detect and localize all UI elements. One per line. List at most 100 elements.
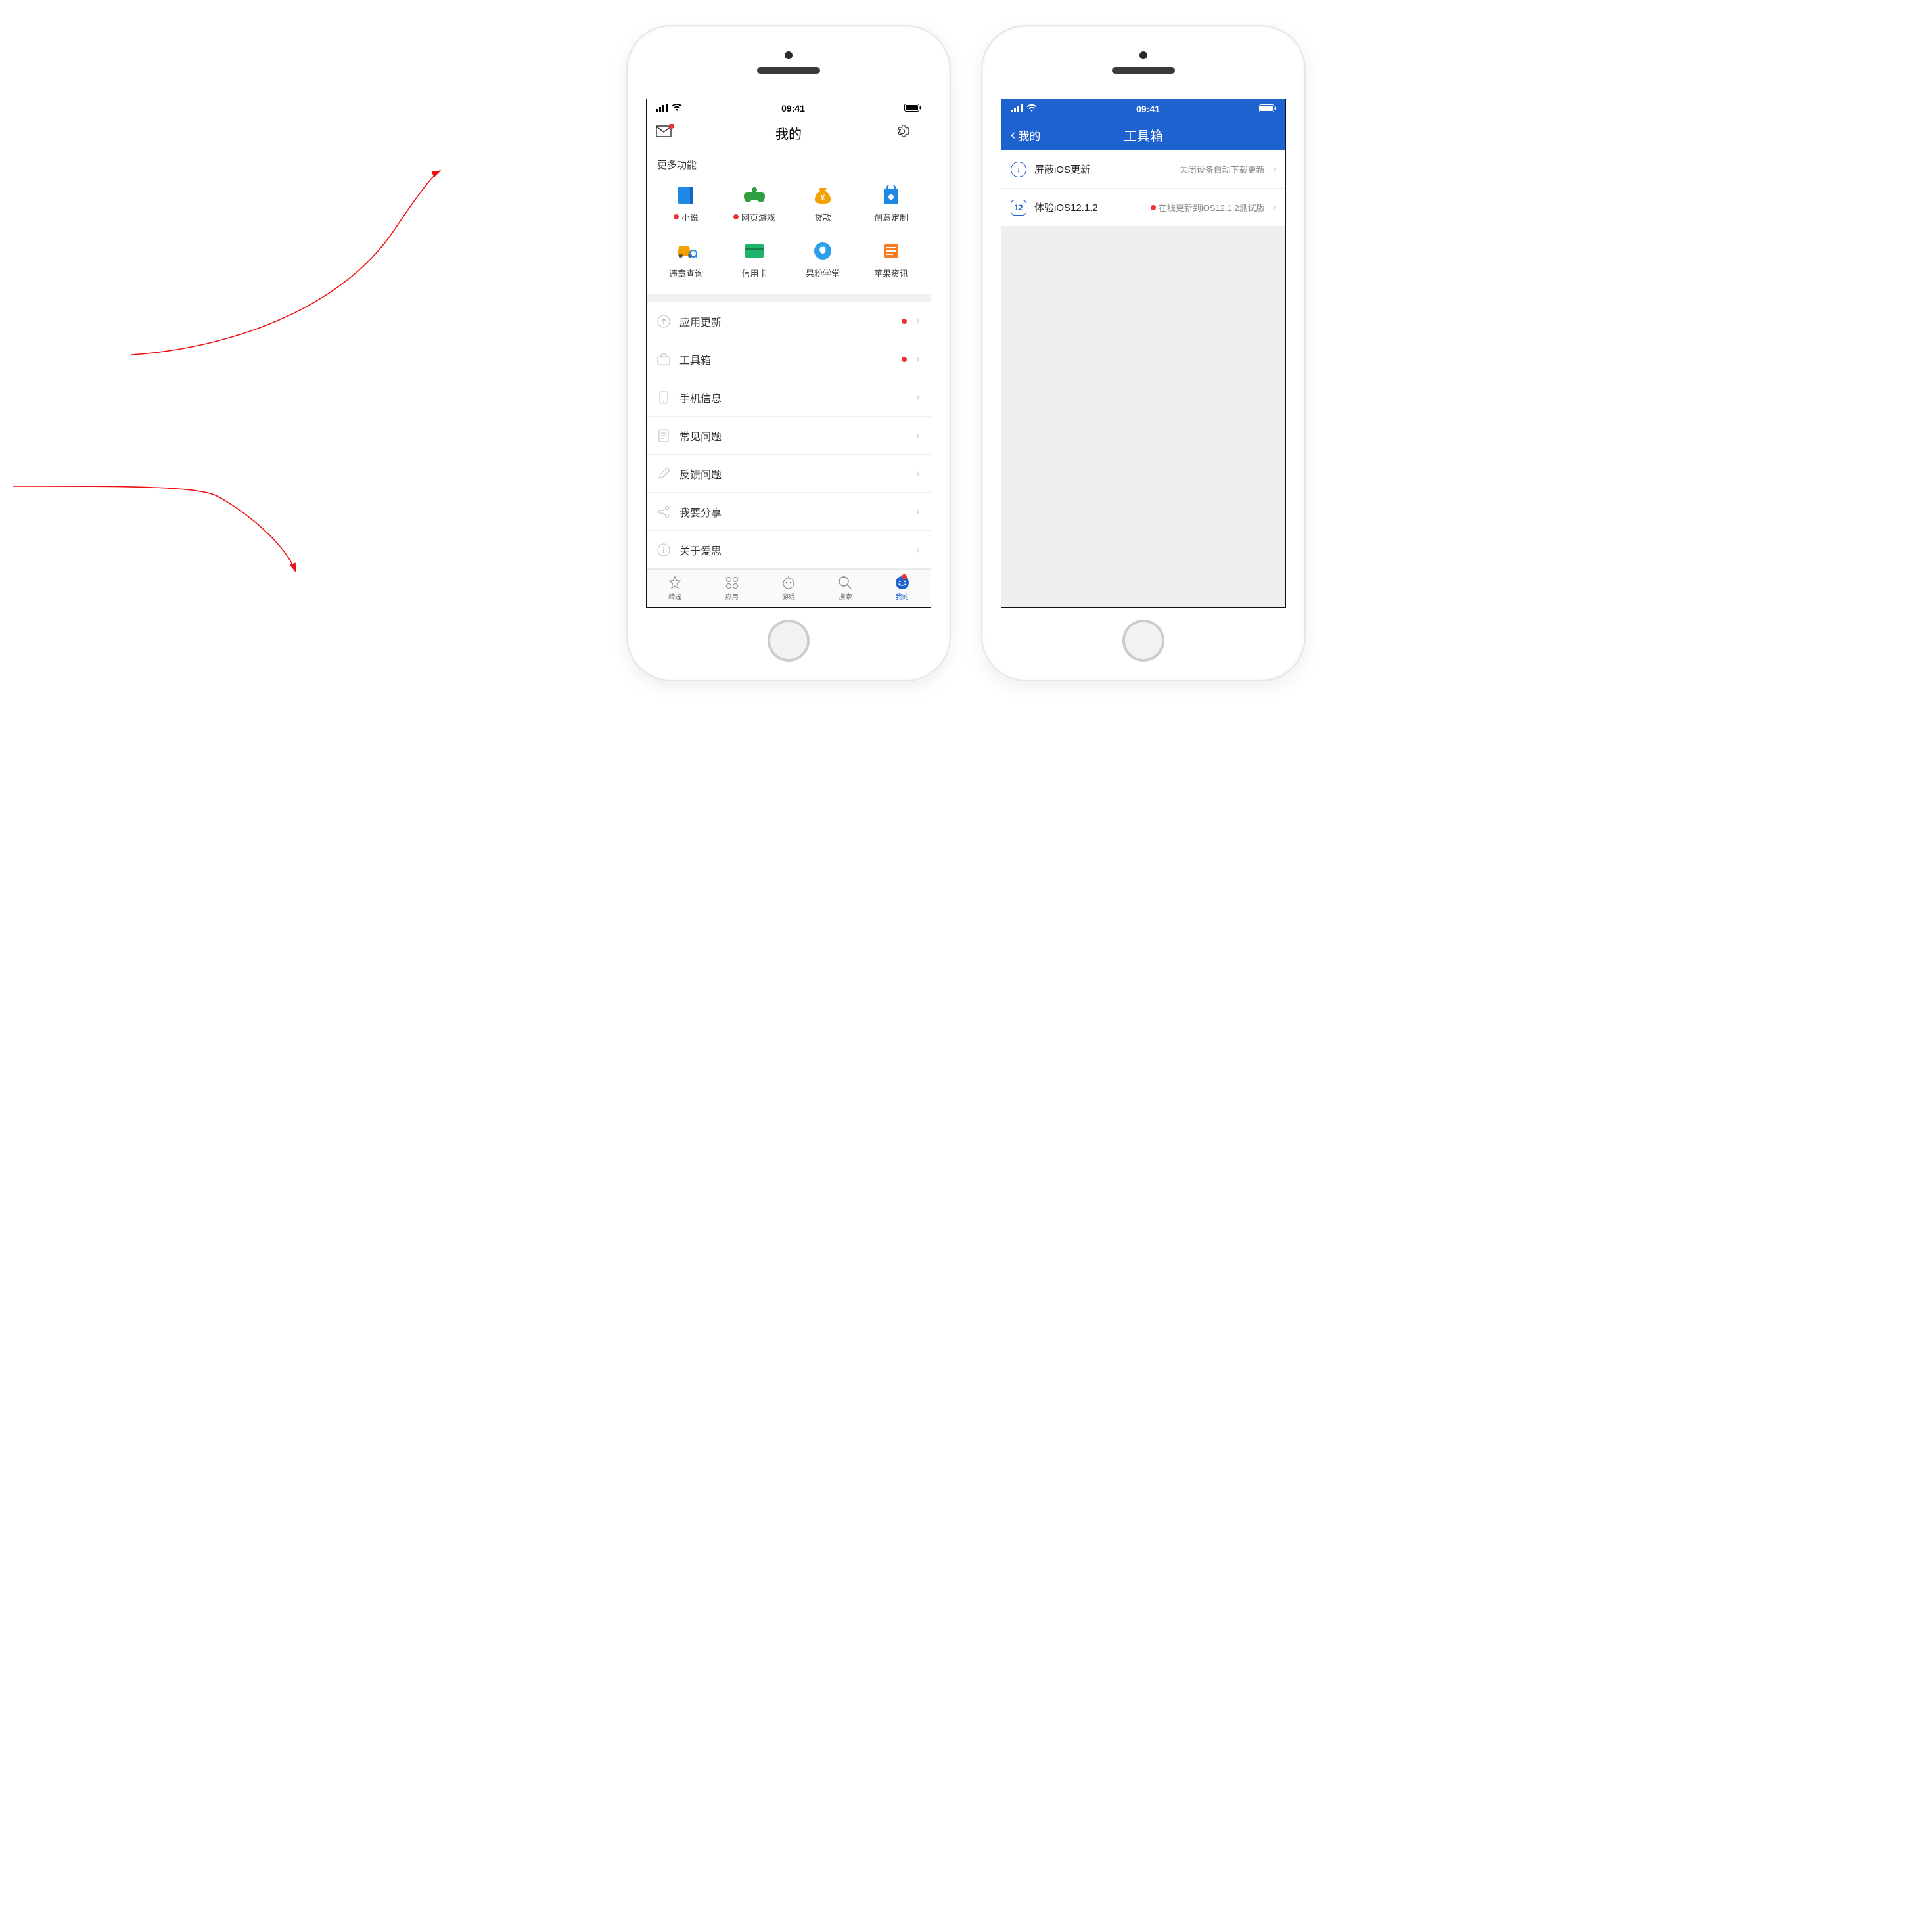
list-label: 关于爱思 [679, 542, 722, 558]
bag-icon [879, 185, 903, 206]
chevron-right-icon: › [1273, 202, 1276, 214]
grid-label: 苹果资讯 [874, 267, 908, 279]
phone-right: 09:41 ‹ 我的 工具箱 ↓ 屏蔽iOS更新 关闭设备自动下载更新 › [982, 26, 1304, 680]
wifi-icon [672, 103, 682, 114]
apple-icon [811, 240, 835, 261]
tab-bar: 精选 应用 游戏 搜索 我的 [647, 569, 931, 607]
tab-search[interactable]: 搜索 [838, 576, 852, 601]
list-label: 我要分享 [679, 504, 722, 520]
grid-label: 创意定制 [874, 211, 908, 223]
mail-badge-dot [669, 124, 674, 129]
grid-item-loan[interactable]: ¥ 贷款 [789, 185, 857, 223]
nav-bar-right: ‹ 我的 工具箱 [1001, 119, 1285, 150]
tool-desc: 关闭设备自动下载更新 [1180, 163, 1265, 175]
chevron-left-icon: ‹ [1011, 127, 1015, 142]
back-label: 我的 [1018, 127, 1040, 143]
home-button[interactable] [1122, 620, 1164, 662]
grid-label: 网页游戏 [741, 211, 775, 223]
list-item-about[interactable]: 关于爱思 › [647, 531, 931, 569]
tab-label: 精选 [668, 591, 681, 601]
settings-list: 应用更新 › 工具箱 › 手机信息 › 常见问题 › 反馈问题 › [647, 302, 931, 569]
grid-item-credit[interactable]: 信用卡 [720, 240, 789, 279]
list-item-toolbox[interactable]: 工具箱 › [647, 340, 931, 378]
grid-more-features: 小说 网页游戏 ¥ 贷款 创意定制 违章查询 信用卡 [647, 178, 931, 294]
tab-featured[interactable]: 精选 [668, 576, 682, 601]
status-bar: 09:41 [1001, 99, 1285, 119]
nav-title: 我的 [647, 124, 931, 143]
nav-title: 工具箱 [1001, 125, 1285, 145]
grid-item-school[interactable]: 果粉学堂 [789, 240, 857, 279]
star-icon [668, 576, 682, 590]
gap-strip [647, 294, 931, 302]
car-search-icon [674, 240, 698, 261]
tool-title: 屏蔽iOS更新 [1034, 162, 1090, 176]
status-time: 09:41 [1136, 104, 1160, 114]
pencil-icon [657, 467, 670, 480]
mail-icon[interactable] [656, 125, 672, 141]
tool-item-try-ios12[interactable]: 12 体验iOS12.1.2 在线更新到iOS12.1.2测试版 › [1001, 189, 1285, 227]
up-arrow-icon [657, 315, 670, 328]
screen-left: 09:41 我的 更多功能 [646, 99, 931, 608]
badge-dot [902, 357, 907, 362]
grid-label: 果粉学堂 [806, 267, 840, 279]
chevron-right-icon: › [1273, 164, 1276, 175]
list-item-phoneinfo[interactable]: 手机信息 › [647, 378, 931, 417]
phone-icon [657, 391, 670, 404]
chevron-right-icon: › [916, 466, 920, 480]
tool-title: 体验iOS12.1.2 [1034, 200, 1098, 214]
signal-icon [1011, 104, 1023, 114]
list-item-faq[interactable]: 常见问题 › [647, 417, 931, 455]
gear-icon[interactable] [895, 124, 909, 142]
badge-dot [674, 214, 679, 219]
status-bar: 09:41 [647, 99, 931, 118]
tool-list: ↓ 屏蔽iOS更新 关闭设备自动下载更新 › 12 体验iOS12.1.2 在线… [1001, 150, 1285, 227]
battery-icon [904, 103, 921, 114]
badge-dot [902, 319, 907, 324]
svg-text:¥: ¥ [821, 193, 825, 202]
list-label: 工具箱 [679, 352, 711, 367]
book-icon [674, 185, 698, 206]
grid-item-webgame[interactable]: 网页游戏 [720, 185, 789, 223]
tab-games[interactable]: 游戏 [781, 576, 796, 601]
grid-icon [725, 576, 739, 590]
share-icon [657, 505, 670, 518]
list-item-share[interactable]: 我要分享 › [647, 493, 931, 531]
phone-speaker [757, 67, 820, 74]
list-label: 反馈问题 [679, 466, 722, 482]
chevron-right-icon: › [916, 390, 920, 404]
badge-dot [1151, 205, 1156, 210]
chevron-right-icon: › [916, 428, 920, 442]
chevron-right-icon: › [916, 505, 920, 518]
gamepad-icon [743, 185, 766, 206]
list-label: 手机信息 [679, 390, 722, 405]
grid-item-novel[interactable]: 小说 [652, 185, 720, 223]
tool-item-block-update[interactable]: ↓ 屏蔽iOS更新 关闭设备自动下载更新 › [1001, 150, 1285, 189]
search-icon [838, 576, 852, 590]
grid-label: 小说 [681, 211, 699, 223]
tab-label: 游戏 [782, 591, 795, 601]
phone-left: 09:41 我的 更多功能 [628, 26, 950, 680]
list-item-feedback[interactable]: 反馈问题 › [647, 455, 931, 493]
moneybag-icon: ¥ [811, 185, 835, 206]
grid-item-news[interactable]: 苹果资讯 [857, 240, 925, 279]
badge-dot [902, 574, 907, 579]
tool-desc: 在线更新到iOS12.1.2测试版 [1151, 201, 1265, 214]
list-label: 常见问题 [679, 428, 722, 443]
tab-apps[interactable]: 应用 [725, 576, 739, 601]
home-button[interactable] [768, 620, 810, 662]
grid-label: 违章查询 [669, 267, 703, 279]
grid-item-creative[interactable]: 创意定制 [857, 185, 925, 223]
phone-speaker [1112, 67, 1175, 74]
battery-icon [1259, 104, 1276, 114]
tab-label: 搜索 [839, 591, 852, 601]
list-label: 应用更新 [679, 313, 722, 329]
screen-right: 09:41 ‹ 我的 工具箱 ↓ 屏蔽iOS更新 关闭设备自动下载更新 › [1001, 99, 1286, 608]
robot-icon [781, 576, 796, 590]
tab-mine[interactable]: 我的 [895, 576, 909, 601]
doc-icon [657, 429, 670, 442]
back-button[interactable]: ‹ 我的 [1011, 127, 1040, 143]
grid-item-violation[interactable]: 违章查询 [652, 240, 720, 279]
empty-area [1001, 227, 1285, 607]
section-header-more: 更多功能 [647, 148, 931, 178]
list-item-updates[interactable]: 应用更新 › [647, 302, 931, 340]
